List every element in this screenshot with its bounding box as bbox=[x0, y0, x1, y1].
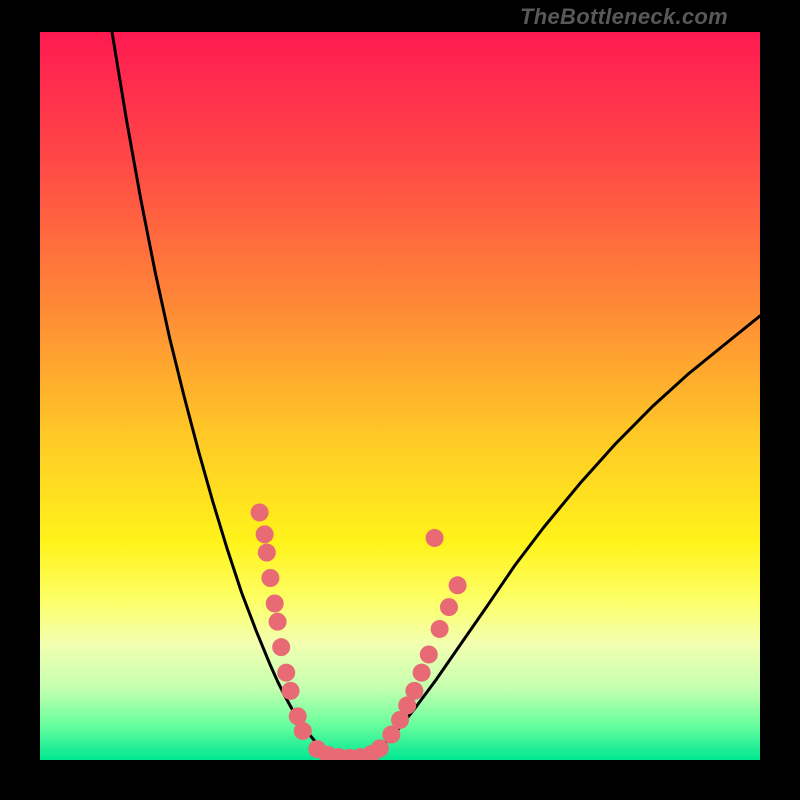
watermark-text: TheBottleneck.com bbox=[520, 4, 728, 30]
curve-overlay bbox=[40, 32, 760, 760]
plot-area bbox=[40, 32, 760, 760]
chart-frame: TheBottleneck.com bbox=[0, 0, 800, 800]
